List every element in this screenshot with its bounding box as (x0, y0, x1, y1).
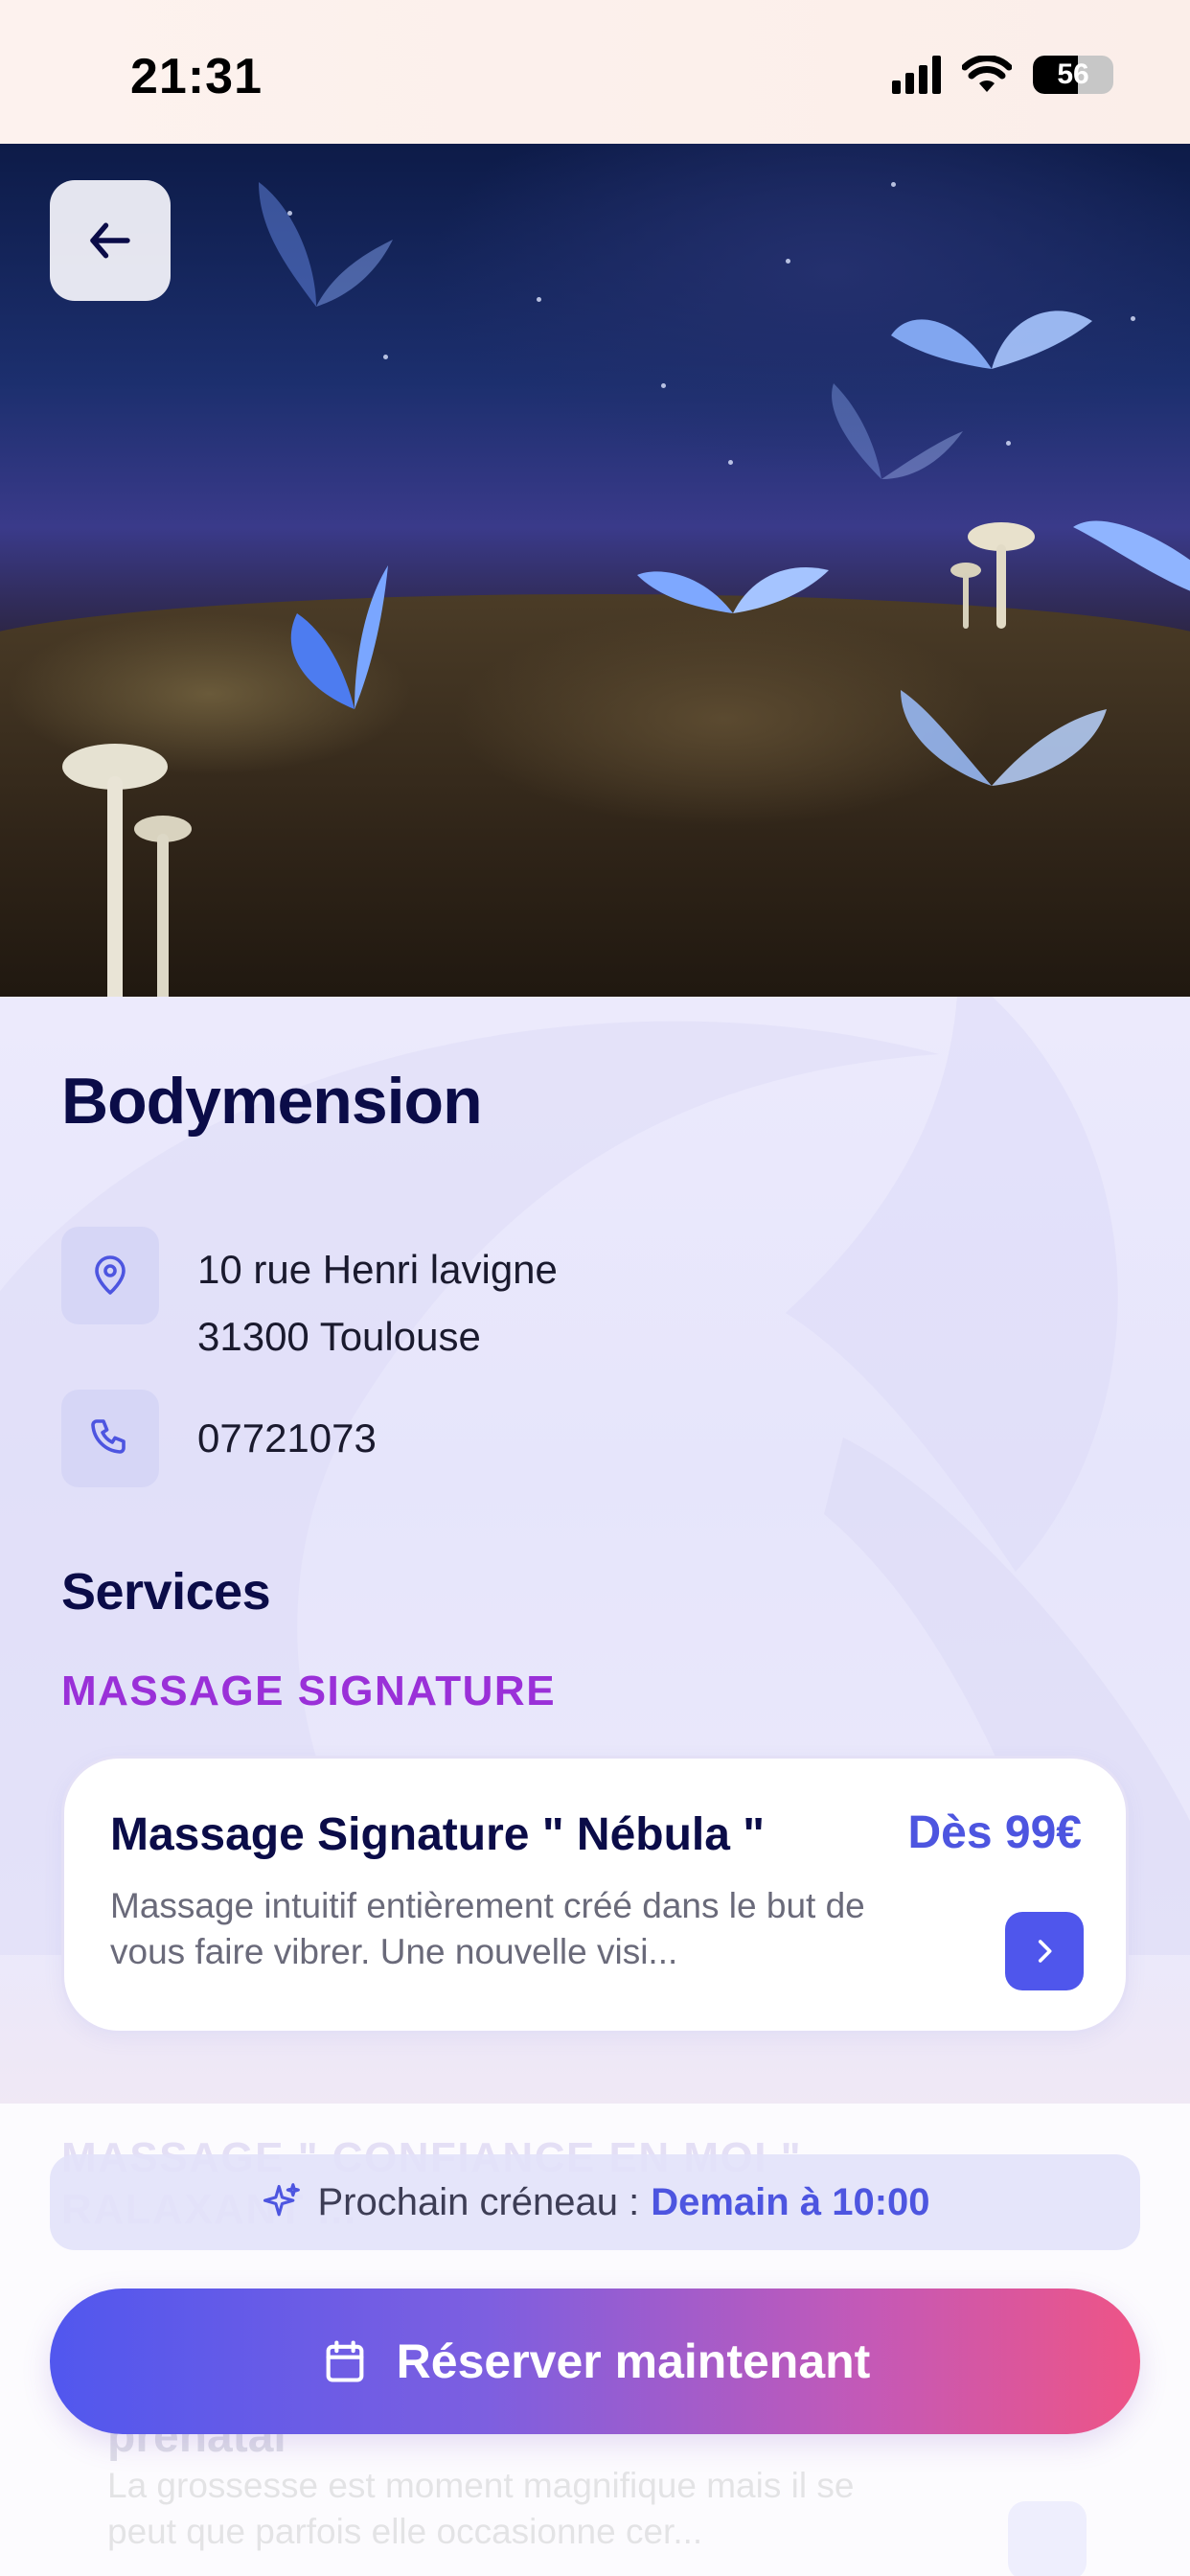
battery-level: 56 (1057, 58, 1089, 90)
next-slot-banner: Prochain créneau : Demain à 10:00 (50, 2154, 1140, 2250)
service-description: Massage intuitif entièrement créé dans l… (110, 1886, 865, 1971)
cellular-signal-icon (892, 56, 941, 94)
address-icon-box (61, 1227, 159, 1324)
status-icons: 56 (892, 56, 1113, 94)
battery-icon: 56 (1033, 56, 1113, 94)
status-bar: 21:31 56 (0, 0, 1190, 144)
status-time: 21:31 (130, 49, 263, 104)
mushroom-image (62, 744, 192, 997)
phone-icon (91, 1419, 126, 1454)
business-name: Bodymension (61, 1065, 483, 1138)
service-details-button (1008, 2501, 1087, 2576)
address-text: 10 rue Henri lavigne 31300 Toulouse (197, 1236, 558, 1370)
service-details-button[interactable] (1005, 1912, 1084, 1990)
service-card[interactable]: Massage Signature " Nébula " Dès 99€ Mas… (61, 1756, 1129, 2034)
service-title: Massage Signature " Nébula " (110, 1809, 766, 1860)
chevron-right-icon (1038, 1940, 1052, 1963)
butterfly-image (901, 690, 1107, 786)
map-pin-icon (95, 1255, 126, 1295)
book-now-label: Réserver maintenant (396, 2334, 871, 2388)
hero-image (0, 144, 1190, 997)
phone-row[interactable]: 07721073 (61, 1390, 377, 1487)
butterfly-image (259, 182, 393, 307)
phone-number: 07721073 (197, 1415, 377, 1460)
next-slot-value: Demain à 10:00 (651, 2180, 930, 2223)
service-description: La grossesse est moment magnifique mais … (107, 2466, 855, 2551)
phone-icon-box (61, 1390, 159, 1487)
calendar-icon (326, 2340, 364, 2382)
sparkle-icon (263, 2183, 301, 2217)
butterfly-image (891, 310, 1092, 369)
butterfly-image (290, 565, 388, 709)
services-heading: Services (61, 1563, 271, 1621)
address-row[interactable]: 10 rue Henri lavigne 31300 Toulouse (61, 1227, 558, 1370)
book-now-button[interactable]: Réserver maintenant (50, 2288, 1140, 2434)
address-line2: 31300 Toulouse (197, 1314, 481, 1359)
butterfly-image (637, 567, 829, 613)
butterfly-image (832, 383, 963, 479)
next-slot-label: Prochain créneau : (317, 2180, 640, 2223)
category-label: MASSAGE SIGNATURE (61, 1668, 557, 1714)
butterfly-image (1073, 520, 1190, 591)
mushroom-image (950, 522, 1035, 629)
back-button[interactable] (50, 180, 171, 301)
service-price: Dès 99€ (907, 1807, 1082, 1858)
address-line1: 10 rue Henri lavigne (197, 1247, 558, 1292)
wifi-icon (962, 56, 1012, 92)
arrow-left-icon (90, 222, 130, 259)
